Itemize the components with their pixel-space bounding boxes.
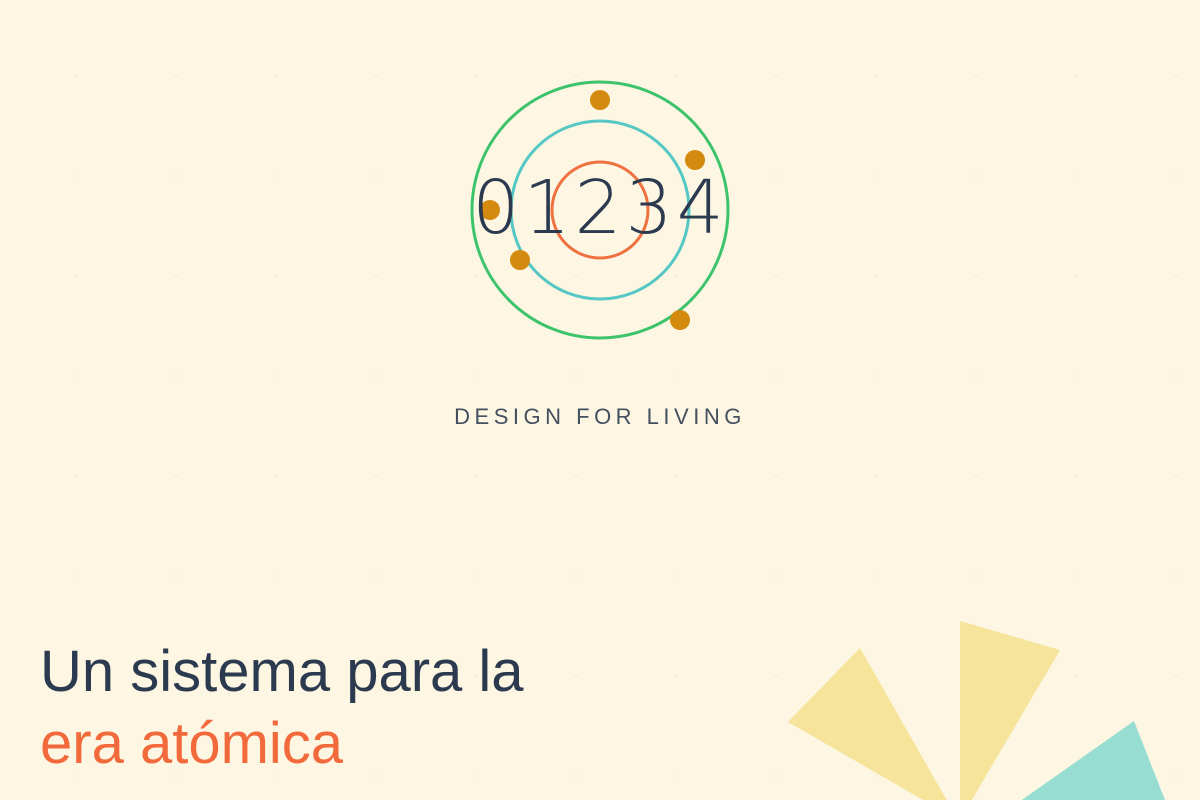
hero-heading: Un sistema para la era atómica [40,636,524,780]
electron-dot [590,90,610,110]
tagline: DESIGN FOR LIVING [454,404,746,429]
yellow-wedge-center [960,621,1060,800]
hero-line-1: Un sistema para la [40,639,524,704]
atom-logo: 01234 [0,0,1200,360]
logo-number: 01234 [472,165,728,251]
electron-dot [670,310,690,330]
hero-line-2: era atómica [40,711,344,776]
sunburst-decoration [788,621,1165,800]
electron-dot [510,250,530,270]
yellow-wedge-left [788,648,947,800]
